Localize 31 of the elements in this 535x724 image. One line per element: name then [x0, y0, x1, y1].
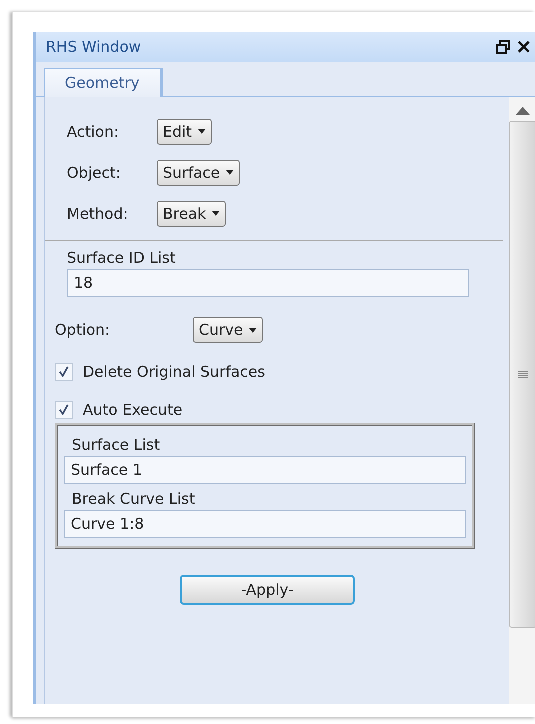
dropdown[interactable]: Surface	[157, 160, 240, 186]
caret-icon	[198, 129, 206, 134]
field-label: Object:	[67, 164, 122, 182]
field-label: Method:	[67, 204, 130, 222]
apply-button[interactable]: -Apply-	[180, 575, 355, 605]
dropdown[interactable]: Edit	[157, 118, 212, 144]
field-label: Surface List	[71, 435, 162, 456]
scroll-up-icon[interactable]	[516, 107, 530, 115]
checkbox[interactable]	[55, 363, 73, 381]
field-label: Action:	[67, 122, 120, 140]
dropdown[interactable]: Break	[157, 200, 226, 226]
field-label: Surface ID List	[66, 248, 177, 269]
input-field[interactable]: Surface 1	[64, 456, 466, 484]
caret-icon	[212, 211, 220, 216]
caret-icon	[226, 170, 234, 175]
field-label: Option:	[55, 321, 112, 339]
window-title: RHS Window	[46, 38, 142, 56]
tab[interactable]: Geometry	[44, 68, 163, 97]
input-field[interactable]: Curve 1:8	[64, 510, 466, 538]
grip-icon	[518, 370, 528, 378]
input-field[interactable]: 18	[67, 269, 469, 297]
restore-icon[interactable]	[496, 40, 510, 54]
scroll-thumb[interactable]	[509, 121, 535, 628]
checkbox-label: Auto Execute	[83, 401, 183, 419]
scrollbar[interactable]	[509, 97, 535, 704]
dropdown[interactable]: Curve	[193, 317, 264, 343]
caret-icon	[249, 328, 258, 332]
checkbox[interactable]	[55, 401, 73, 419]
checkbox-label: Delete Original Surfaces	[83, 363, 266, 381]
field-label: Break Curve List	[71, 489, 196, 510]
close-icon[interactable]	[518, 41, 530, 53]
